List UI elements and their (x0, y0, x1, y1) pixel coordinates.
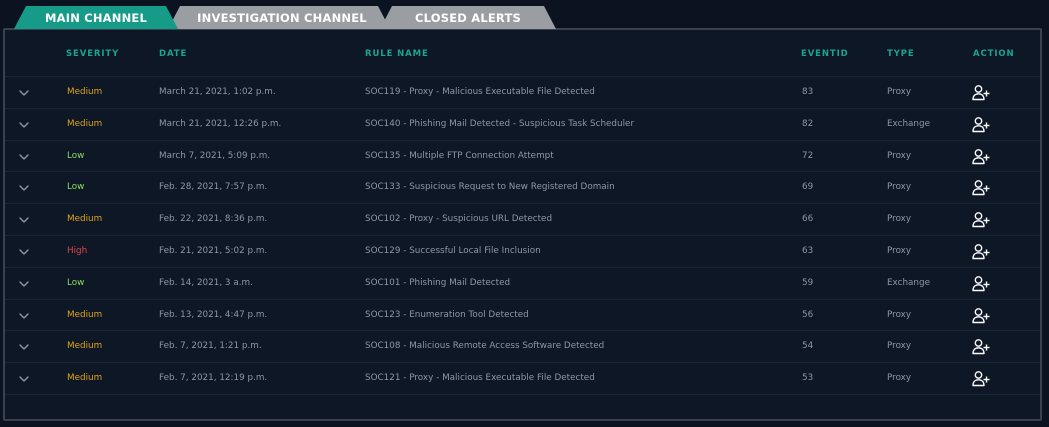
rule-name-value: SOC123 - Enumeration Tool Detected (365, 309, 529, 320)
date-value: March 21, 2021, 1:02 p.m. (159, 87, 276, 97)
column-header-date[interactable]: DATE (159, 49, 187, 59)
table-row[interactable]: Medium Feb. 13, 2021, 4:47 p.m. SOC123 -… (5, 300, 1040, 332)
chevron-down-icon[interactable] (18, 342, 30, 352)
type-value: Exchange (887, 277, 930, 288)
tab-label: MAIN CHANNEL (44, 10, 148, 25)
date-value: Feb. 21, 2021, 5:02 p.m. (159, 245, 268, 256)
type-value: Exchange (887, 118, 930, 129)
tab-label: CLOSED ALERTS (415, 10, 521, 25)
date-value: March 21, 2021, 12:26 p.m. (159, 118, 282, 129)
chevron-down-icon[interactable] (18, 152, 30, 162)
rule-name-value: SOC135 - Multiple FTP Connection Attempt (365, 150, 554, 161)
alerts-page: MAIN CHANNEL INVESTIGATION CHANNEL CLOSE… (0, 0, 1049, 427)
column-header-eventid[interactable]: EVENTID (801, 49, 849, 59)
severity-value: Low (67, 182, 85, 193)
date-value: Feb. 7, 2021, 1:21 p.m. (159, 341, 262, 352)
table-row[interactable]: Medium Feb. 22, 2021, 8:36 p.m. SOC102 -… (5, 204, 1040, 236)
rule-name-value: SOC140 - Phishing Mail Detected - Suspic… (365, 118, 635, 129)
rule-name-value: SOC133 - Suspicious Request to New Regis… (365, 182, 615, 193)
tab-main-channel[interactable]: MAIN CHANNEL (14, 6, 178, 29)
rule-name-value: SOC119 - Proxy - Malicious Executable Fi… (365, 87, 595, 97)
chevron-down-icon[interactable] (18, 247, 30, 257)
assign-user-add-icon[interactable] (972, 179, 990, 196)
severity-value: Medium (67, 341, 103, 352)
date-value: Feb. 28, 2021, 7:57 p.m. (159, 182, 268, 193)
chevron-down-icon[interactable] (18, 215, 30, 225)
severity-value: Medium (67, 118, 103, 129)
eventid-value: 54 (802, 341, 814, 352)
chevron-down-icon[interactable] (18, 183, 30, 193)
eventid-value: 59 (802, 277, 814, 288)
tab-closed-alerts[interactable]: CLOSED ALERTS (380, 6, 556, 29)
assign-user-add-icon[interactable] (972, 243, 990, 260)
table-header: SEVERITY DATE RULE NAME EVENTID TYPE ACT… (5, 30, 1040, 77)
eventid-value: 56 (802, 309, 814, 320)
channel-tabs: MAIN CHANNEL INVESTIGATION CHANNEL CLOSE… (0, 6, 1049, 29)
rule-name-value: SOC101 - Phishing Mail Detected (365, 277, 511, 288)
tab-investigation-channel[interactable]: INVESTIGATION CHANNEL (168, 6, 390, 29)
eventid-value: 69 (802, 182, 814, 193)
eventid-value: 66 (802, 214, 814, 225)
rule-name-value: SOC129 - Successful Local File Inclusion (365, 245, 541, 256)
tab-label: INVESTIGATION CHANNEL (197, 10, 367, 25)
rule-name-value: SOC102 - Proxy - Suspicious URL Detected (365, 214, 553, 225)
date-value: Feb. 22, 2021, 8:36 p.m. (159, 214, 268, 225)
severity-value: Low (67, 277, 85, 288)
type-value: Proxy (887, 373, 912, 384)
table-row[interactable]: Medium Feb. 7, 2021, 12:19 p.m. SOC121 -… (5, 363, 1040, 395)
date-value: Feb. 13, 2021, 4:47 p.m. (159, 309, 268, 320)
severity-value: Medium (67, 309, 103, 320)
column-header-type[interactable]: TYPE (887, 49, 915, 59)
table-row[interactable]: Medium March 21, 2021, 1:02 p.m. SOC119 … (5, 77, 1040, 109)
date-value: March 7, 2021, 5:09 p.m. (159, 150, 271, 161)
column-header-severity[interactable]: SEVERITY (66, 49, 119, 59)
chevron-down-icon[interactable] (18, 311, 30, 321)
alerts-table: SEVERITY DATE RULE NAME EVENTID TYPE ACT… (3, 28, 1042, 421)
chevron-down-icon[interactable] (18, 88, 30, 98)
eventid-value: 53 (802, 373, 814, 384)
assign-user-add-icon[interactable] (972, 370, 990, 387)
type-value: Proxy (887, 309, 912, 320)
severity-value: Medium (67, 87, 103, 97)
type-value: Proxy (887, 150, 912, 161)
chevron-down-icon[interactable] (18, 120, 30, 130)
type-value: Proxy (887, 87, 912, 97)
column-header-rule-name[interactable]: RULE NAME (365, 49, 429, 59)
table-row[interactable]: High Feb. 21, 2021, 5:02 p.m. SOC129 - S… (5, 236, 1040, 268)
table-row[interactable]: Low Feb. 28, 2021, 7:57 p.m. SOC133 - Su… (5, 172, 1040, 205)
severity-value: High (67, 245, 88, 256)
eventid-value: 63 (802, 245, 814, 256)
assign-user-add-icon[interactable] (972, 338, 990, 355)
assign-user-add-icon[interactable] (972, 84, 990, 101)
severity-value: Low (67, 150, 85, 161)
severity-value: Medium (67, 214, 103, 225)
assign-user-add-icon[interactable] (972, 275, 990, 292)
assign-user-add-icon[interactable] (972, 307, 990, 324)
eventid-value: 83 (802, 87, 814, 97)
table-row[interactable]: Medium March 21, 2021, 12:26 p.m. SOC140… (5, 109, 1040, 141)
rule-name-value: SOC108 - Malicious Remote Access Softwar… (365, 341, 605, 352)
table-row[interactable]: Low March 7, 2021, 5:09 p.m. SOC135 - Mu… (5, 141, 1040, 173)
table-row[interactable]: Medium Feb. 7, 2021, 1:21 p.m. SOC108 - … (5, 331, 1040, 364)
date-value: Feb. 7, 2021, 12:19 p.m. (159, 373, 268, 384)
table-row[interactable]: Low Feb. 14, 2021, 3 a.m. SOC101 - Phish… (5, 268, 1040, 300)
assign-user-add-icon[interactable] (972, 148, 990, 165)
column-header-action: ACTION (973, 49, 1015, 59)
assign-user-add-icon[interactable] (972, 116, 990, 133)
chevron-down-icon[interactable] (18, 279, 30, 289)
rule-name-value: SOC121 - Proxy - Malicious Executable Fi… (365, 373, 595, 384)
type-value: Proxy (887, 214, 912, 225)
eventid-value: 82 (802, 118, 814, 129)
type-value: Proxy (887, 245, 912, 256)
severity-value: Medium (67, 373, 103, 384)
date-value: Feb. 14, 2021, 3 a.m. (159, 277, 253, 288)
table-body: Medium March 21, 2021, 1:02 p.m. SOC119 … (5, 77, 1040, 395)
assign-user-add-icon[interactable] (972, 211, 990, 228)
type-value: Proxy (887, 182, 912, 193)
chevron-down-icon[interactable] (18, 374, 30, 384)
type-value: Proxy (887, 341, 912, 352)
eventid-value: 72 (802, 150, 814, 161)
